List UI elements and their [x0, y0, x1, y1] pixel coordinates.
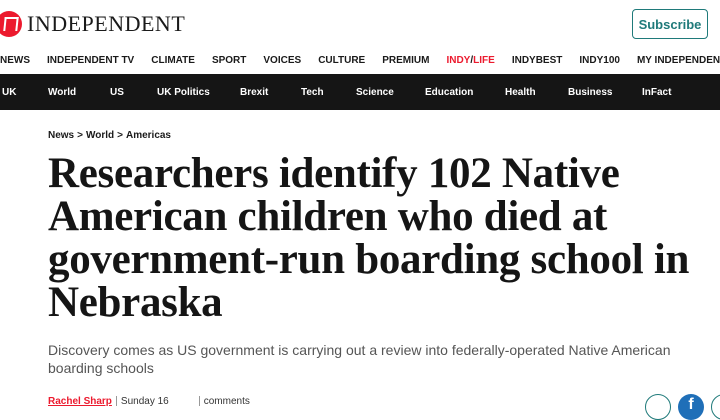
section-item-tech[interactable]: Tech	[301, 87, 324, 98]
nav-life-part: LIFE	[473, 54, 495, 66]
subscribe-button[interactable]: Subscribe	[632, 9, 708, 39]
section-nav: UK World US UK Politics Brexit Tech Scie…	[0, 74, 720, 110]
section-item-science[interactable]: Science	[356, 87, 394, 98]
facebook-glyph: f	[688, 396, 694, 413]
section-item-brexit[interactable]: Brexit	[240, 87, 268, 98]
nav-indy-part: INDY	[446, 54, 471, 66]
section-item-health[interactable]: Health	[505, 87, 536, 98]
nav-item-voices[interactable]: VOICES	[263, 55, 301, 66]
nav-item-my-independent[interactable]: MY INDEPENDENT	[637, 55, 720, 66]
top-header: INDEPENDENT Subscribe	[0, 0, 720, 46]
article-date: Sunday 16	[120, 396, 169, 407]
eagle-icon	[0, 11, 22, 37]
article-standfirst: Discovery comes as US government is carr…	[48, 342, 671, 376]
breadcrumb-separator: >	[77, 130, 83, 141]
nav-item-culture[interactable]: CULTURE	[318, 55, 365, 66]
article-headline: Researchers identify 102 Native American…	[48, 150, 690, 326]
nav-item-indybest[interactable]: INDYBEST	[512, 55, 563, 66]
logo[interactable]: INDEPENDENT	[0, 9, 185, 39]
breadcrumb: News > World > Americas	[48, 130, 171, 141]
section-item-business[interactable]: Business	[568, 87, 612, 98]
logo-text: INDEPENDENT	[27, 11, 186, 36]
section-item-uk-politics[interactable]: UK Politics	[157, 87, 210, 98]
comments-link[interactable]: comments	[204, 396, 250, 407]
breadcrumb-americas[interactable]: Americas	[126, 130, 171, 141]
main-nav: NEWS INDEPENDENT TV CLIMATE SPORT VOICES…	[0, 48, 720, 72]
nav-item-premium[interactable]: PREMIUM	[382, 55, 429, 66]
section-item-world[interactable]: World	[48, 87, 76, 98]
section-item-us[interactable]: US	[110, 87, 124, 98]
nav-item-indy-life[interactable]: INDY/LIFE	[446, 55, 494, 66]
author-link[interactable]: Rachel Sharp	[48, 396, 112, 407]
nav-item-independent-tv[interactable]: INDEPENDENT TV	[47, 55, 134, 66]
breadcrumb-separator: >	[117, 130, 123, 141]
breadcrumb-news[interactable]: News	[48, 130, 74, 141]
facebook-icon[interactable]: f	[678, 394, 704, 420]
breadcrumb-world[interactable]: World	[86, 130, 114, 141]
nav-item-sport[interactable]: SPORT	[212, 55, 246, 66]
share-icon[interactable]	[711, 394, 720, 420]
byline: Rachel Sharp Sunday 16 comments	[48, 396, 250, 407]
section-item-infact[interactable]: InFact	[642, 87, 671, 98]
nav-item-climate[interactable]: CLIMATE	[151, 55, 195, 66]
section-item-uk[interactable]: UK	[2, 87, 16, 98]
nav-item-news[interactable]: NEWS	[0, 55, 30, 66]
nav-item-indy100[interactable]: INDY100	[579, 55, 620, 66]
comment-icon[interactable]	[645, 394, 671, 420]
section-item-education[interactable]: Education	[425, 87, 473, 98]
